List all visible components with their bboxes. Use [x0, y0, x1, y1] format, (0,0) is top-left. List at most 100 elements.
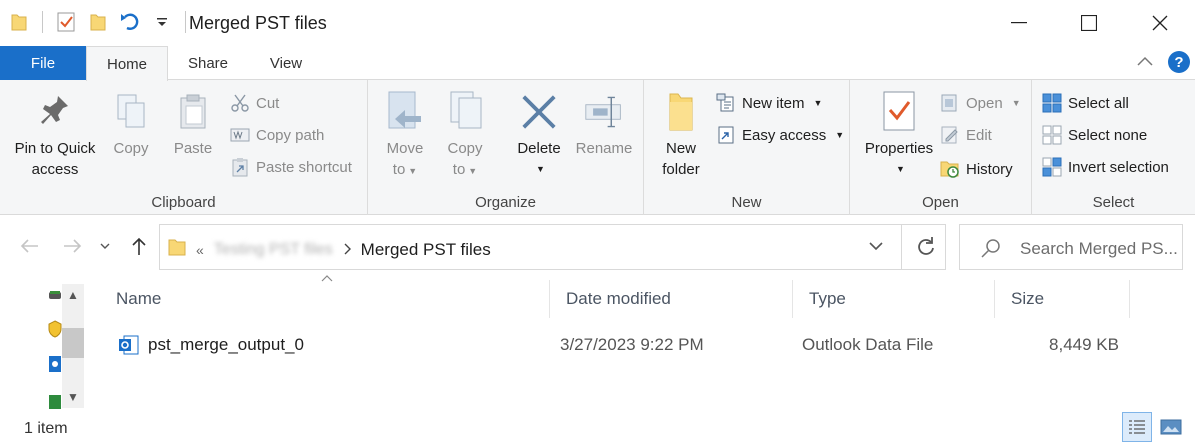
easy-access-icon	[716, 125, 736, 145]
scroll-down-arrow-icon[interactable]: ▼	[62, 388, 84, 406]
help-icon[interactable]: ?	[1168, 51, 1190, 73]
file-type: Outlook Data File	[802, 335, 934, 354]
column-header-name[interactable]: Name	[100, 280, 550, 318]
properties-icon	[879, 86, 919, 138]
file-size: 8,449 KB	[1049, 335, 1119, 354]
quick-access-toolbar	[8, 10, 188, 34]
forward-arrow-icon[interactable]	[62, 234, 84, 258]
search-placeholder: Search Merged PS...	[1020, 239, 1178, 258]
customize-toolbar-icon[interactable]	[151, 10, 173, 34]
easy-access-button[interactable]: Easy access ▼	[716, 123, 844, 147]
breadcrumb-overflow[interactable]: «	[196, 242, 204, 258]
paste-shortcut-button[interactable]: Paste shortcut	[230, 155, 352, 179]
properties-button[interactable]: Properties ▼	[856, 86, 942, 180]
scissors-icon	[230, 93, 250, 113]
invert-selection-button[interactable]: Invert selection	[1042, 155, 1169, 179]
paste-icon	[173, 86, 213, 138]
dropdown-arrow-icon: ▼	[536, 164, 545, 174]
select-none-button[interactable]: Select none	[1042, 123, 1147, 147]
clipboard-group-label: Clipboard	[151, 194, 216, 211]
open-icon	[940, 93, 960, 113]
tab-view[interactable]: View	[248, 46, 324, 80]
details-view-icon	[1129, 420, 1145, 434]
rename-button[interactable]: Rename	[572, 86, 636, 159]
undo-icon[interactable]	[119, 10, 141, 34]
tab-home[interactable]: Home	[86, 46, 168, 81]
cut-button[interactable]: Cut	[230, 91, 279, 115]
open-group-label: Open	[922, 194, 959, 211]
column-header-date-modified[interactable]: Date modified	[550, 280, 793, 318]
drive-icon[interactable]	[48, 288, 62, 302]
tab-file[interactable]: File	[0, 46, 86, 80]
new-item-icon	[716, 93, 736, 113]
edit-button[interactable]: Edit	[940, 123, 992, 147]
address-bar[interactable]: « Testing PST files Merged PST files	[159, 224, 946, 270]
breadcrumb: « Testing PST files Merged PST files	[168, 237, 491, 262]
address-history-dropdown-icon[interactable]	[866, 235, 886, 261]
toolbar-separator	[185, 11, 186, 33]
close-button[interactable]	[1125, 0, 1195, 46]
toolbar-separator	[42, 11, 43, 33]
breadcrumb-parent-folder[interactable]: Testing PST files	[214, 241, 333, 259]
dropdown-arrow-icon: ▼	[835, 130, 845, 140]
copy-to-button[interactable]: Copy to ▼	[442, 86, 488, 182]
column-header-type[interactable]: Type	[793, 280, 995, 318]
network-icon[interactable]	[48, 354, 62, 374]
scrollbar-thumb[interactable]	[62, 328, 84, 358]
rename-icon	[584, 86, 624, 138]
scroll-up-arrow-icon[interactable]: ▲	[62, 286, 84, 304]
file-date-modified: 3/27/2023 9:22 PM	[560, 335, 704, 354]
refresh-icon[interactable]	[914, 236, 936, 262]
delete-button[interactable]: Delete ▼	[512, 86, 566, 180]
open-group: Properties ▼ Open ▼ Edit History Open	[850, 80, 1032, 215]
ribbon-tabs: File Home Share View ?	[0, 46, 1195, 81]
details-view-button[interactable]	[1122, 412, 1152, 442]
paste-button[interactable]: Paste	[170, 86, 216, 159]
move-to-icon	[385, 86, 425, 138]
organize-group-label: Organize	[475, 194, 536, 211]
select-all-button[interactable]: Select all	[1042, 91, 1129, 115]
navigation-scrollbar[interactable]: ▲ ▼	[62, 284, 84, 408]
select-none-icon	[1042, 125, 1062, 145]
column-header-size[interactable]: Size	[995, 280, 1130, 318]
excel-icon[interactable]	[48, 394, 62, 410]
tab-share[interactable]: Share	[168, 46, 248, 80]
back-arrow-icon[interactable]	[18, 234, 40, 258]
select-group-label: Select	[1092, 194, 1135, 211]
dropdown-arrow-icon: ▼	[896, 164, 905, 174]
table-row[interactable]: pst_merge_output_0 3/27/2023 9:22 PM Out…	[100, 328, 1140, 362]
folder-icon	[168, 237, 186, 262]
recent-locations-icon[interactable]	[94, 234, 116, 258]
large-icons-view-icon	[1160, 419, 1182, 435]
pin-icon	[35, 86, 75, 138]
breadcrumb-current-folder[interactable]: Merged PST files	[361, 240, 491, 260]
copy-icon	[111, 86, 151, 138]
history-icon	[940, 159, 960, 179]
move-to-button[interactable]: Move to ▼	[382, 86, 428, 182]
large-icons-view-button[interactable]	[1158, 414, 1184, 440]
copy-button[interactable]: Copy	[108, 86, 154, 159]
select-all-icon	[1042, 93, 1062, 113]
history-button[interactable]: History	[940, 157, 1013, 181]
new-group: New folder New item ▼ Easy access ▼ New	[644, 80, 850, 215]
search-box[interactable]: Search Merged PS...	[959, 224, 1183, 270]
breadcrumb-chevron-icon[interactable]	[343, 240, 351, 260]
properties-icon[interactable]	[55, 10, 77, 34]
maximize-button[interactable]	[1054, 0, 1124, 46]
invert-selection-icon	[1042, 157, 1062, 177]
open-button[interactable]: Open ▼	[940, 91, 1021, 115]
new-item-button[interactable]: New item ▼	[716, 91, 822, 115]
file-name[interactable]: pst_merge_output_0	[148, 328, 304, 362]
new-folder-button[interactable]: New folder	[656, 86, 706, 180]
select-group: Select all Select none Invert selection …	[1032, 80, 1195, 215]
collapse-ribbon-icon[interactable]	[1136, 53, 1154, 75]
copy-path-button[interactable]: Copy path	[230, 123, 324, 147]
minimize-button[interactable]	[984, 0, 1054, 46]
navigation-bar: « Testing PST files Merged PST files Sea…	[0, 222, 1195, 272]
folder-icon	[8, 10, 30, 34]
up-arrow-icon[interactable]	[128, 234, 150, 258]
shield-icon[interactable]	[48, 320, 62, 338]
copy-path-icon	[230, 125, 250, 145]
pin-to-quick-access-button[interactable]: Pin to Quick access	[8, 86, 102, 180]
new-folder-icon[interactable]	[87, 10, 109, 34]
